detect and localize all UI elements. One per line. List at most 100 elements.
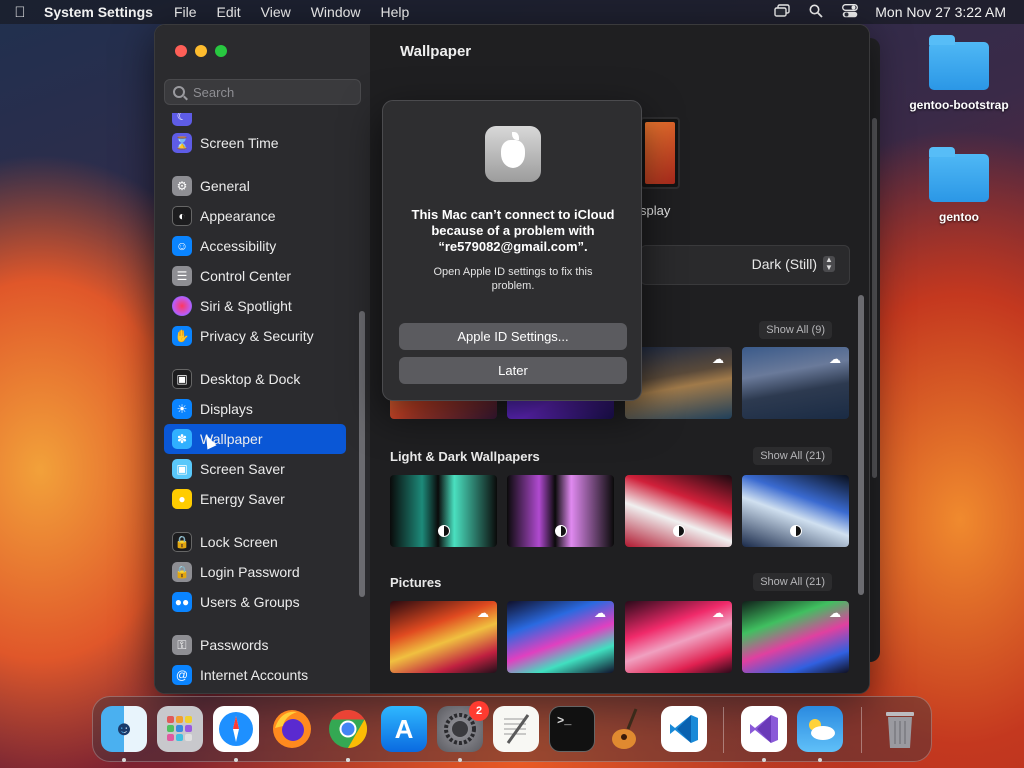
sidebar-item-label: Siri & Spotlight bbox=[200, 298, 292, 314]
sidebar-item-accessibility[interactable]: ☺ Accessibility bbox=[164, 231, 346, 261]
folder-alias-icon bbox=[929, 147, 989, 202]
alert-title: This Mac can’t connect to iCloud because… bbox=[411, 207, 615, 254]
dock-chrome-icon[interactable] bbox=[325, 706, 371, 752]
sidebar-item-label: Screen Time bbox=[200, 135, 279, 151]
sidebar-item-control-center[interactable]: ☰ Control Center bbox=[164, 261, 346, 291]
menu-help[interactable]: Help bbox=[371, 4, 420, 20]
wallpaper-thumbnail[interactable]: ☁ bbox=[390, 601, 497, 673]
sidebar-item-users-groups[interactable]: ●● Users & Groups bbox=[164, 587, 346, 617]
sidebar-item-displays[interactable]: ☀ Displays bbox=[164, 394, 346, 424]
sidebar-item-privacy-security[interactable]: ✋ Privacy & Security bbox=[164, 321, 346, 351]
display-label: splay bbox=[640, 203, 671, 218]
show-all-button[interactable]: Show All (21) bbox=[753, 447, 832, 465]
close-window-button[interactable] bbox=[175, 45, 187, 57]
sidebar-scrollbar[interactable] bbox=[359, 311, 365, 597]
sidebar-item-internet-accounts[interactable]: @ Internet Accounts bbox=[164, 660, 346, 690]
menu-view[interactable]: View bbox=[251, 4, 301, 20]
background-window-scrollbar[interactable] bbox=[872, 118, 877, 478]
wallpaper-thumbnail[interactable]: ☁ bbox=[625, 601, 732, 673]
zoom-window-button[interactable] bbox=[215, 45, 227, 57]
running-indicator bbox=[762, 758, 766, 762]
dock-trash-icon[interactable] bbox=[877, 706, 923, 752]
dock-finder-icon[interactable]: ☻ bbox=[101, 706, 147, 752]
menu-file[interactable]: File bbox=[164, 4, 207, 20]
dock-separator bbox=[861, 707, 862, 753]
sidebar-item-appearance[interactable]: ◐ Appearance bbox=[164, 201, 346, 231]
spotlight-search-icon[interactable] bbox=[799, 4, 833, 21]
apple-id-settings-button[interactable]: Apple ID Settings... bbox=[399, 323, 627, 350]
sidebar: ☾ ⌛ Screen Time ⚙ General ◐ Appearance ☺… bbox=[155, 25, 370, 693]
menu-app-name[interactable]: System Settings bbox=[40, 4, 164, 20]
sidebar-item-label: Accessibility bbox=[200, 238, 277, 254]
dock-launchpad-icon[interactable] bbox=[157, 706, 203, 752]
sidebar-item-label: Control Center bbox=[200, 268, 292, 284]
search-input[interactable] bbox=[193, 84, 343, 100]
sidebar-item-general[interactable]: ⚙ General bbox=[164, 171, 346, 201]
apple-menu-icon[interactable]:  bbox=[0, 4, 40, 21]
desktop-folder-gentoo[interactable]: gentoo bbox=[904, 147, 1014, 224]
sidebar-item-label: Internet Accounts bbox=[200, 667, 309, 683]
sidebar-list: ☾ ⌛ Screen Time ⚙ General ◐ Appearance ☺… bbox=[164, 113, 356, 693]
dock-vscode-icon[interactable] bbox=[661, 706, 707, 752]
sidebar-item-desktop-dock[interactable]: ▣ Desktop & Dock bbox=[164, 364, 346, 394]
content-scrollbar[interactable] bbox=[858, 295, 864, 595]
sun-icon: ☀ bbox=[172, 399, 192, 419]
running-indicator bbox=[234, 758, 238, 762]
sidebar-item-screen-saver[interactable]: ▣ Screen Saver bbox=[164, 454, 346, 484]
sidebar-item-lock-screen[interactable]: 🔒 Lock Screen bbox=[164, 527, 346, 557]
dock-textedit-icon[interactable] bbox=[493, 706, 539, 752]
bulb-icon: ● bbox=[172, 489, 192, 509]
later-button[interactable]: Later bbox=[399, 357, 627, 384]
wallpaper-thumbnail[interactable]: ☁ bbox=[742, 601, 849, 673]
menu-bar-clock[interactable]: Mon Nov 27 3:22 AM bbox=[867, 4, 1006, 20]
key-icon: ⚿ bbox=[172, 635, 192, 655]
search-field[interactable] bbox=[164, 79, 361, 105]
sidebar-item-label: Privacy & Security bbox=[200, 328, 314, 344]
wallpaper-icon: ✽ bbox=[172, 429, 192, 449]
sidebar-item-login-password[interactable]: 🔒 Login Password bbox=[164, 557, 346, 587]
appearance-mode-select[interactable]: Dark (Still) ▲ ▼ bbox=[752, 256, 835, 272]
dock-weather-icon[interactable] bbox=[797, 706, 843, 752]
appearance-icon: ◐ bbox=[172, 206, 192, 226]
users-icon: ●● bbox=[172, 592, 192, 612]
icloud-alert-dialog: This Mac can’t connect to iCloud because… bbox=[382, 100, 642, 401]
gear-icon: ⚙ bbox=[172, 176, 192, 196]
screen-saver-icon: ▣ bbox=[172, 459, 192, 479]
focus-icon: ☾ bbox=[172, 113, 192, 126]
sidebar-item-wallpaper[interactable]: ✽ Wallpaper bbox=[164, 424, 346, 454]
desktop-folder-gentoo-bootstrap[interactable]: gentoo-bootstrap bbox=[904, 35, 1014, 112]
cloud-download-icon: ☁ bbox=[477, 606, 489, 620]
search-icon bbox=[173, 86, 185, 98]
dock-firefox-icon[interactable] bbox=[269, 706, 315, 752]
wallpaper-thumbnail[interactable] bbox=[390, 475, 497, 547]
wallpaper-thumbnail[interactable]: ☁ bbox=[742, 347, 849, 419]
menu-edit[interactable]: Edit bbox=[207, 4, 251, 20]
wallpaper-thumbnail[interactable]: ☁ bbox=[507, 601, 614, 673]
menu-window[interactable]: Window bbox=[301, 4, 371, 20]
dock-terminal-icon[interactable]: >_ bbox=[549, 706, 595, 752]
dock-app-store-icon[interactable]: A bbox=[381, 706, 427, 752]
dock-visual-studio-icon[interactable] bbox=[741, 706, 787, 752]
sidebar-item-siri-spotlight[interactable]: Siri & Spotlight bbox=[164, 291, 346, 321]
menu-bar:  System Settings File Edit View Window … bbox=[0, 0, 1024, 24]
show-all-button[interactable]: Show All (21) bbox=[753, 573, 832, 591]
sidebar-item-passwords[interactable]: ⚿ Passwords bbox=[164, 630, 346, 660]
cloud-download-icon: ☁ bbox=[712, 352, 724, 366]
sidebar-item-screen-time[interactable]: ⌛ Screen Time bbox=[164, 128, 346, 158]
show-all-button[interactable]: Show All (9) bbox=[759, 321, 832, 339]
sidebar-item-label: Screen Saver bbox=[200, 461, 285, 477]
minimize-window-button[interactable] bbox=[195, 45, 207, 57]
dock-garageband-icon[interactable] bbox=[605, 706, 651, 752]
dock-icon: ▣ bbox=[172, 369, 192, 389]
wallpaper-thumbnail[interactable] bbox=[742, 475, 849, 547]
page-title: Wallpaper bbox=[400, 43, 472, 60]
desktop-folder-label: gentoo-bootstrap bbox=[909, 98, 1009, 112]
appearance-mode-row: Dark (Still) ▲ ▼ bbox=[640, 245, 850, 285]
screen-mirroring-icon[interactable] bbox=[765, 4, 799, 20]
wallpaper-thumbnail[interactable] bbox=[507, 475, 614, 547]
sidebar-item-energy-saver[interactable]: ● Energy Saver bbox=[164, 484, 346, 514]
dock-safari-icon[interactable] bbox=[213, 706, 259, 752]
wallpaper-thumbnail[interactable] bbox=[625, 475, 732, 547]
cloud-download-icon: ☁ bbox=[594, 606, 606, 620]
control-center-icon[interactable] bbox=[833, 3, 867, 21]
